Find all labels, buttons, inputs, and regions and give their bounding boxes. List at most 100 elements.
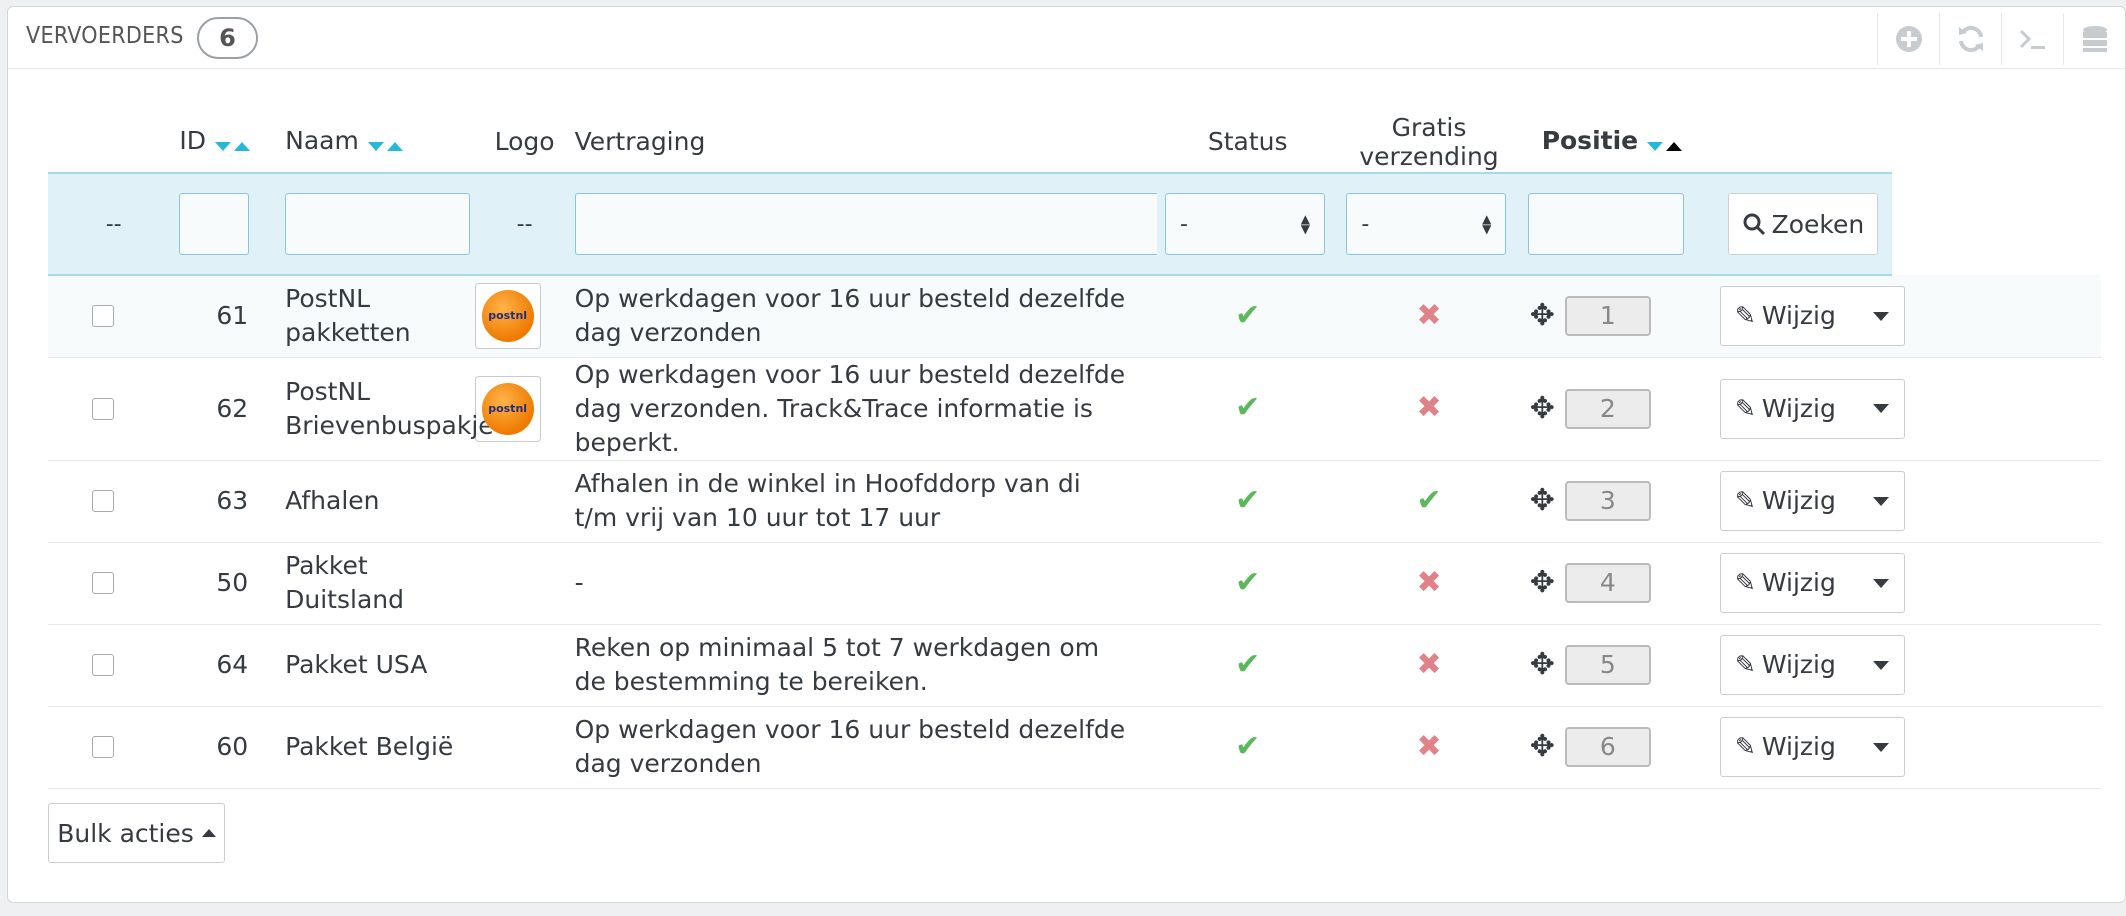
edit-button[interactable]: ✎ Wijzig [1721,472,1858,530]
row-delay: Op werkdagen voor 16 uur besteld dezelfd… [574,357,1157,461]
col-bulk [48,111,179,173]
sort-id[interactable] [212,128,250,157]
drag-handle-icon[interactable]: ✥ [1530,730,1555,764]
row-name: Pakket USA [285,624,475,707]
cross-icon[interactable]: ✖ [1416,298,1441,333]
row-delay: Op werkdagen voor 16 uur besteld dezelfd… [574,706,1157,789]
sort-position[interactable] [1644,128,1683,157]
terminal-icon [2019,29,2045,49]
col-status: Status [1207,127,1288,156]
row-checkbox[interactable] [92,305,114,328]
position-number: 1 [1564,296,1651,337]
row-actions-dropdown[interactable] [1858,287,1904,345]
filter-id-input[interactable] [179,193,250,255]
filter-position-input[interactable] [1527,193,1684,255]
add-button[interactable] [1877,13,1939,65]
sort-name[interactable] [365,128,403,157]
row-actions-dropdown[interactable] [1858,380,1904,438]
table-row[interactable]: 61 PostNL pakketten postnl Op werkdagen … [48,275,2101,358]
row-id: 62 [179,357,286,461]
postnl-logo-icon: postnl [481,382,534,435]
table-row[interactable]: 50 Pakket Duitsland - ✔ ✖ ✥ 4 ✎ Wijzig [48,542,2101,625]
edit-button[interactable]: ✎ Wijzig [1721,554,1858,612]
table-row[interactable]: 60 Pakket België Op werkdagen voor 16 uu… [48,706,2101,789]
sort-asc-icon[interactable] [1666,141,1683,151]
panel-header: VERVOERDERS 6 [8,7,2125,69]
filter-free-select[interactable]: - ▲ ▼ [1346,193,1507,255]
cross-icon[interactable]: ✖ [1416,390,1441,425]
row-actions-dropdown[interactable] [1858,718,1904,776]
drag-handle-icon[interactable]: ✥ [1530,391,1555,426]
row-actions-dropdown[interactable] [1858,636,1904,694]
panel-toolbar [1877,13,2125,65]
filter-status-select[interactable]: - ▲ ▼ [1165,193,1325,255]
col-name: Naam [285,111,474,173]
check-icon[interactable]: ✔ [1235,565,1260,600]
check-icon[interactable]: ✔ [1416,483,1441,518]
refresh-button[interactable] [1939,13,2001,65]
row-checkbox[interactable] [92,397,114,420]
row-name: Pakket Duitsland [285,542,475,625]
row-actions: ✎ Wijzig [1719,717,1905,777]
position-number: 3 [1564,481,1651,521]
row-actions: ✎ Wijzig [1719,471,1905,531]
row-checkbox[interactable] [92,654,114,676]
edit-button[interactable]: ✎ Wijzig [1721,380,1858,438]
drag-handle-icon[interactable]: ✥ [1530,484,1555,518]
export-button[interactable] [2063,13,2125,65]
col-logo: Logo [494,127,555,156]
col-delay: Vertraging [574,127,706,156]
drag-handle-icon[interactable]: ✥ [1530,566,1555,600]
sort-desc-icon[interactable] [367,141,384,151]
pencil-icon: ✎ [1734,301,1756,331]
table-row[interactable]: 64 Pakket USA Reken op minimaal 5 tot 7 … [48,624,2101,707]
cross-icon[interactable]: ✖ [1416,647,1441,682]
row-logo [474,460,575,543]
filter-delay-input[interactable] [574,193,1251,255]
drag-handle-icon[interactable]: ✥ [1530,648,1555,682]
sort-desc-icon[interactable] [1647,141,1664,151]
col-id: ID [179,111,285,173]
table-row[interactable]: 63 Afhalen Afhalen in de winkel in Hoofd… [48,460,2101,543]
caret-down-icon [1872,660,1889,670]
row-free-shipping: ✖ [1338,706,1520,789]
row-checkbox[interactable] [92,572,114,594]
check-icon[interactable]: ✔ [1235,483,1260,518]
check-icon[interactable]: ✔ [1235,647,1260,682]
row-free-shipping: ✖ [1338,624,1520,707]
bulk-actions-button[interactable]: Bulk acties [48,803,225,863]
filter-name-input[interactable] [285,193,471,255]
sort-asc-icon[interactable] [386,141,403,151]
row-delay: Afhalen in de winkel in Hoofddorp van di… [574,460,1157,543]
row-checkbox[interactable] [92,736,114,758]
row-actions-dropdown[interactable] [1858,554,1904,612]
row-actions: ✎ Wijzig [1719,553,1905,613]
edit-button[interactable]: ✎ Wijzig [1721,636,1858,694]
postnl-logo-icon: postnl [481,290,534,343]
drag-handle-icon[interactable]: ✥ [1530,299,1555,333]
cross-icon[interactable]: ✖ [1416,565,1441,600]
sort-desc-icon[interactable] [214,141,231,151]
row-actions-dropdown[interactable] [1858,472,1904,530]
filter-row: -- -- - ▲ ▼ - ▲ ▼ Zoeken [48,172,2101,276]
row-name: PostNL pakketten [285,275,475,358]
row-checkbox[interactable] [92,490,114,512]
cross-icon[interactable]: ✖ [1416,729,1441,764]
row-free-shipping: ✖ [1338,275,1520,358]
search-button[interactable]: Zoeken [1727,193,1878,255]
sort-asc-icon[interactable] [233,141,250,151]
check-icon[interactable]: ✔ [1235,729,1260,764]
table-row[interactable]: 62 PostNL Brievenbuspakje postnl Op werk… [48,357,2101,461]
rows-body: 61 PostNL pakketten postnl Op werkdagen … [48,275,2101,789]
check-icon[interactable]: ✔ [1235,390,1260,425]
edit-button[interactable]: ✎ Wijzig [1721,718,1858,776]
row-name: Afhalen [285,460,475,543]
panel-title: VERVOERDERS [26,23,184,49]
position-number: 4 [1564,563,1651,603]
edit-button[interactable]: ✎ Wijzig [1721,287,1858,345]
row-logo [474,542,575,625]
sql-query-button[interactable] [2001,13,2063,65]
check-icon[interactable]: ✔ [1235,298,1260,333]
row-status: ✔ [1157,357,1339,461]
filter-bulk: -- [48,172,180,276]
